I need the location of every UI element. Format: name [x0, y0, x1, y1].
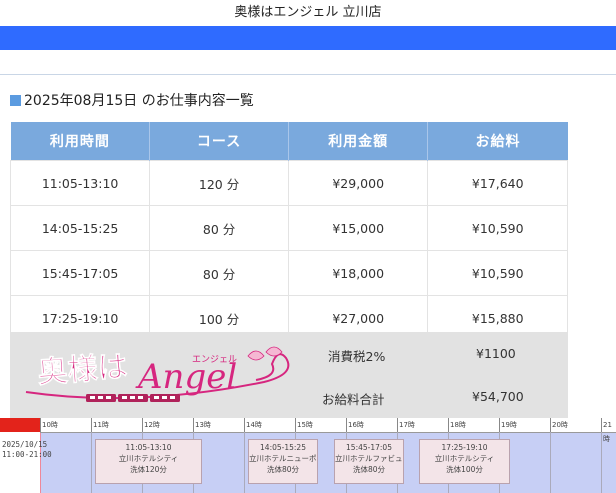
timeline-date: 2025/10/15 11:00-21:00 — [2, 440, 52, 460]
block-place: 立川ホテルシティ — [118, 454, 179, 463]
block-course: 洗体80分 — [352, 465, 386, 474]
cell-salary: ¥10,590 — [427, 250, 568, 296]
total-value: ¥54,700 — [472, 389, 524, 404]
block-place: 立川ホテルニューポー — [249, 454, 317, 463]
table-row: 11:05-13:10 120 分 ¥29,000 ¥17,640 — [9, 160, 568, 206]
hour-label: 13時 — [193, 418, 245, 432]
hour-label: 12時 — [142, 418, 194, 432]
hour-label: 11時 — [91, 418, 143, 432]
hour-label: 17時 — [397, 418, 449, 432]
timeline-shift-text: 11:00-21:00 — [2, 450, 52, 459]
col-course: コース — [149, 122, 289, 161]
block-course: 洗体100分 — [446, 465, 483, 474]
block-place: 立川ホテルファビュラ — [335, 454, 403, 463]
timeline-date-header — [0, 418, 40, 432]
timeline-date-text: 2025/10/15 — [2, 440, 48, 449]
table-header-row: 利用時間 コース 利用金額 お給料 — [10, 122, 568, 161]
hour-label: 20時 — [550, 418, 602, 432]
page-heading: 2025年08月15日 のお仕事内容一覧 — [10, 90, 254, 110]
schedule-block[interactable]: 17:25-19:10 立川ホテルシティ 洗体100分 — [419, 439, 510, 484]
shop-title: 奥様はエンジェル 立川店 — [234, 5, 382, 20]
total-label: お給料合計 — [322, 392, 385, 407]
cell-time: 14:05-15:25 — [9, 205, 151, 251]
schedule-block[interactable]: 14:05-15:25 立川ホテルニューポー 洗体80分 — [248, 439, 318, 484]
schedule-block[interactable]: 11:05-13:10 立川ホテルシティ 洗体120分 — [95, 439, 202, 484]
cell-amount: ¥15,000 — [288, 205, 429, 251]
divider — [0, 74, 616, 75]
block-time: 17:25-19:10 — [441, 443, 488, 452]
block-place: 立川ホテルシティ — [434, 454, 495, 463]
tax-value: ¥1100 — [476, 346, 516, 361]
schedule-timeline: 2025/10/15 11:00-21:00 10時 11時 12時 13時 1… — [0, 418, 616, 493]
tax-label: 消費税2% — [328, 349, 386, 364]
train-icon — [86, 394, 180, 402]
hour-label: 16時 — [346, 418, 398, 432]
cell-time: 15:45-17:05 — [9, 250, 151, 296]
hour-label: 21時 — [601, 418, 616, 443]
table-row: 15:45-17:05 80 分 ¥18,000 ¥10,590 — [9, 250, 568, 296]
logo-main-text: 奥様は — [36, 349, 128, 390]
hour-label: 10時 — [40, 418, 92, 432]
table-row: 14:05-15:25 80 分 ¥15,000 ¥10,590 — [9, 205, 568, 251]
cell-amount: ¥18,000 — [288, 250, 429, 296]
hour-label: 18時 — [448, 418, 500, 432]
cell-salary: ¥17,640 — [427, 160, 568, 206]
summary-box: 奥様は Angel エンジェル 消費税2% ¥1100 お給料合計 ¥54,70… — [10, 332, 568, 418]
hour-label: 14時 — [244, 418, 296, 432]
cell-salary: ¥10,590 — [427, 205, 568, 251]
cell-course: 80 分 — [149, 250, 289, 296]
cell-amount: ¥29,000 — [288, 160, 429, 206]
schedule-block[interactable]: 15:45-17:05 立川ホテルファビュラ 洗体80分 — [334, 439, 404, 484]
col-salary: お給料 — [427, 122, 568, 161]
block-time: 15:45-17:05 — [346, 443, 392, 452]
col-amount: 利用金額 — [288, 122, 429, 161]
timeline-hour-row: 10時 11時 12時 13時 14時 15時 16時 17時 18時 19時 … — [40, 418, 616, 443]
nav-bar — [0, 26, 616, 50]
work-table: 利用時間 コース 利用金額 お給料 11:05-13:10 120 分 ¥29,… — [9, 122, 568, 340]
block-time: 14:05-15:25 — [260, 443, 306, 452]
hour-label: 15時 — [295, 418, 347, 432]
heading-square-icon — [10, 95, 21, 106]
cell-course: 80 分 — [149, 205, 289, 251]
block-course: 洗体120分 — [130, 465, 167, 474]
block-course: 洗体80分 — [266, 465, 300, 474]
page-heading-text: 2025年08月15日 のお仕事内容一覧 — [24, 93, 254, 109]
block-time: 11:05-13:10 — [125, 443, 172, 452]
cell-course: 120 分 — [149, 160, 289, 206]
logo-small-text: エンジェル — [192, 355, 237, 365]
col-time: 利用時間 — [10, 122, 151, 161]
angel-logo: 奥様は Angel エンジェル — [25, 346, 290, 402]
hour-label: 19時 — [499, 418, 551, 432]
cell-time: 11:05-13:10 — [9, 160, 151, 206]
